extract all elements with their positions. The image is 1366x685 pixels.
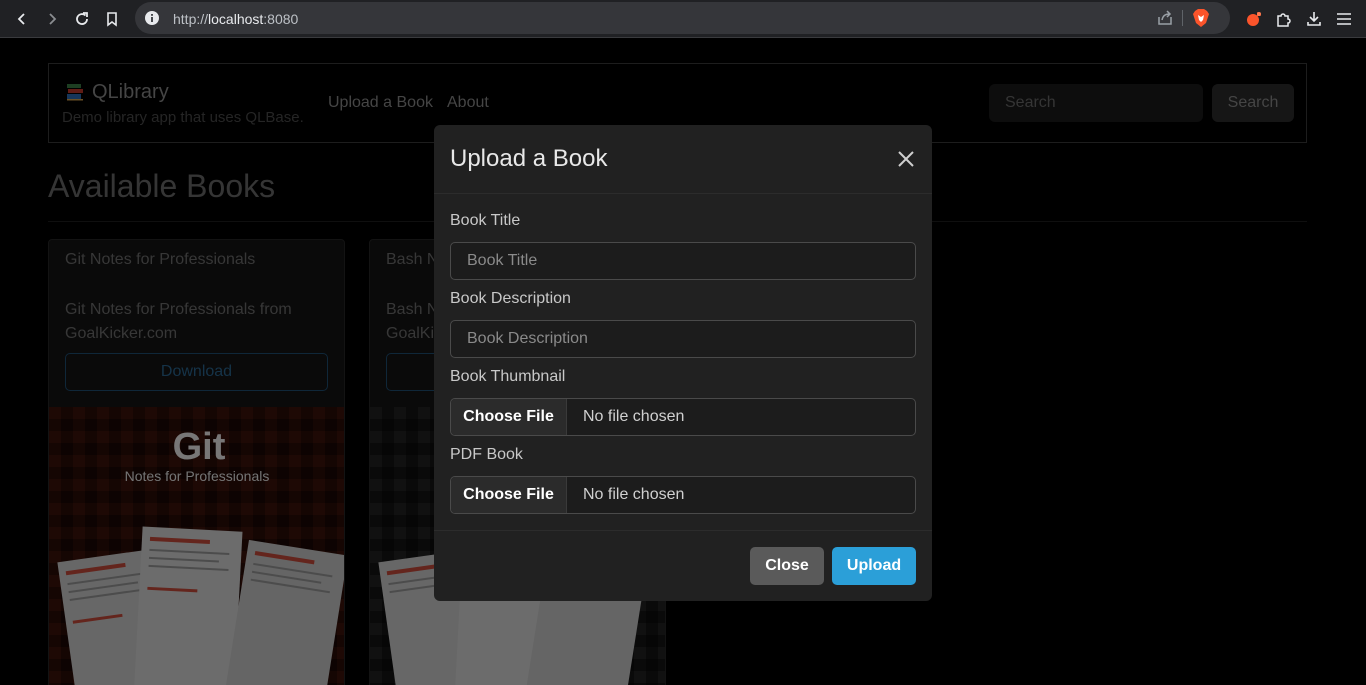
extensions-icon[interactable] <box>1273 8 1295 30</box>
browser-toolbar: http://localhost:8080 <box>0 0 1366 38</box>
address-bar[interactable]: http://localhost:8080 <box>135 2 1230 34</box>
modal-header-divider <box>434 193 932 194</box>
pdf-book-file-input[interactable]: Choose File No file chosen <box>450 476 916 514</box>
brave-shields-icon[interactable] <box>1192 8 1210 33</box>
book-description-label: Book Description <box>450 290 571 307</box>
address-divider <box>1182 10 1183 26</box>
forward-icon[interactable] <box>40 7 64 31</box>
menu-icon[interactable] <box>1333 8 1355 30</box>
bookmark-icon[interactable] <box>100 7 124 31</box>
download-icon[interactable] <box>1303 8 1325 30</box>
book-thumbnail-file-input[interactable]: Choose File No file chosen <box>450 398 916 436</box>
back-icon[interactable] <box>10 7 34 31</box>
choose-file-button[interactable]: Choose File <box>451 399 567 435</box>
book-title-label: Book Title <box>450 212 521 229</box>
upload-button[interactable]: Upload <box>832 547 916 585</box>
book-title-input[interactable] <box>450 242 916 280</box>
pdf-book-label: PDF Book <box>450 446 523 463</box>
info-icon[interactable] <box>144 10 160 31</box>
reload-icon[interactable] <box>70 7 94 31</box>
share-icon[interactable] <box>1156 9 1174 32</box>
brave-rewards-icon[interactable] <box>1243 8 1265 30</box>
close-icon[interactable] <box>896 149 916 169</box>
modal-footer-divider <box>434 530 932 531</box>
file-status: No file chosen <box>583 486 685 503</box>
choose-file-button[interactable]: Choose File <box>451 477 567 513</box>
modal-title: Upload a Book <box>450 145 608 172</box>
file-status: No file chosen <box>583 408 685 425</box>
book-thumbnail-label: Book Thumbnail <box>450 368 566 385</box>
upload-modal: Upload a Book Book Title Book Descriptio… <box>434 125 932 601</box>
close-button[interactable]: Close <box>750 547 824 585</box>
book-description-input[interactable] <box>450 320 916 358</box>
url-text[interactable]: http://localhost:8080 <box>173 11 298 27</box>
